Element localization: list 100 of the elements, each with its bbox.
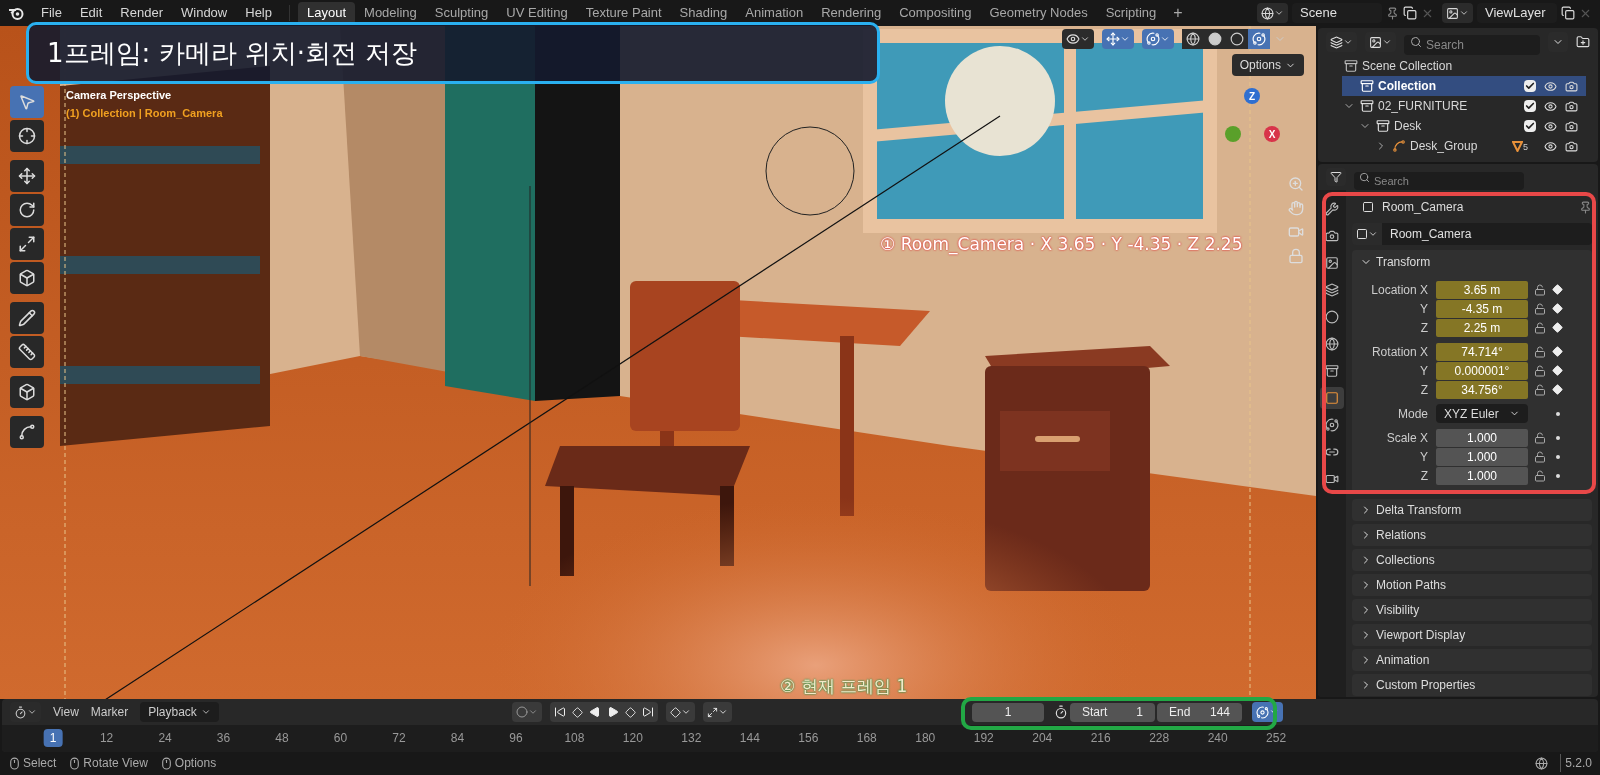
scale-tool[interactable] (10, 228, 44, 260)
workspace-tab[interactable]: Layout (298, 2, 356, 24)
material-shading-button[interactable] (1226, 29, 1248, 49)
number-field[interactable]: 1.000 (1436, 428, 1528, 447)
number-field[interactable]: 1.000 (1436, 447, 1528, 466)
outliner-row[interactable]: Scene Collection (1326, 56, 1586, 76)
workspace-tab[interactable]: Sculpting (425, 2, 498, 24)
number-field[interactable]: 3.65 m (1436, 280, 1528, 299)
camera-icon[interactable] (1565, 99, 1578, 113)
collapsed-panel-header[interactable]: Custom Properties (1352, 674, 1592, 696)
transform-tool[interactable] (10, 262, 44, 294)
scene-type-button[interactable] (1257, 3, 1288, 23)
lock-icon[interactable] (1534, 283, 1546, 296)
play-reverse-icon[interactable] (589, 706, 601, 718)
keyframe-icon[interactable] (1552, 284, 1563, 295)
workspace-tab[interactable]: Shading (670, 2, 737, 24)
scene-field[interactable]: Scene (1292, 3, 1382, 23)
new-collection-icon[interactable] (1576, 35, 1590, 49)
end-frame-field[interactable]: End 144 (1157, 702, 1242, 722)
workspace-tab[interactable]: Animation (736, 2, 813, 24)
keyframe-icon[interactable] (1552, 365, 1563, 376)
auto-key-button[interactable] (512, 702, 542, 722)
eye-icon[interactable] (1544, 99, 1557, 113)
timeline-menu[interactable]: View (53, 703, 79, 721)
overlay-button[interactable] (1142, 29, 1174, 49)
collapsed-panel-header[interactable]: Relations (1352, 524, 1592, 546)
pin-icon[interactable] (1579, 200, 1592, 214)
exclude-checkbox[interactable] (1524, 120, 1536, 132)
outliner-row[interactable]: Desk_Group 5 (1374, 136, 1586, 156)
lock-icon[interactable] (1534, 364, 1546, 377)
annotate-tool[interactable] (10, 302, 44, 334)
keyframe-icon[interactable] (1552, 322, 1563, 333)
menu-item[interactable]: Help (236, 3, 281, 23)
copy-icon[interactable] (1561, 6, 1575, 20)
app-logo-icon[interactable] (8, 5, 24, 21)
eye-icon[interactable] (1544, 139, 1557, 153)
visibility-button[interactable] (1062, 29, 1094, 49)
keying-button[interactable] (666, 702, 695, 722)
camera-icon[interactable] (1565, 79, 1578, 93)
timeline-menu[interactable]: Marker (90, 703, 129, 721)
view-layer-field[interactable]: ViewLayer (1477, 3, 1557, 23)
collapsed-panel-header[interactable]: Animation (1352, 649, 1592, 671)
start-frame-field[interactable]: Start 1 (1070, 702, 1155, 722)
stopwatch-icon[interactable] (1054, 705, 1068, 719)
lock-icon[interactable] (1534, 302, 1546, 315)
workspace-tab[interactable]: Scripting (1096, 2, 1166, 24)
outliner-row[interactable]: 02_FURNITURE (1342, 96, 1586, 116)
lock-icon[interactable] (1534, 469, 1546, 482)
lock-icon[interactable] (1534, 450, 1546, 463)
collapsed-panel-header[interactable]: Collections (1352, 549, 1592, 571)
panel-header[interactable]: Transform (1352, 250, 1592, 274)
snapping-button[interactable] (703, 702, 732, 722)
workspace-tab[interactable]: Texture Paint (576, 2, 671, 24)
workspace-tab[interactable]: Compositing (890, 2, 981, 24)
lock-icon[interactable] (1534, 431, 1546, 444)
workspace-tab[interactable]: UV Editing (497, 2, 577, 24)
add-cube-tool[interactable] (10, 376, 44, 408)
view-layer-type-button[interactable] (1442, 3, 1473, 23)
collapsed-panel-header[interactable]: Delta Transform (1352, 499, 1592, 521)
prev-keyframe-icon[interactable] (572, 706, 583, 718)
exclude-checkbox[interactable] (1524, 100, 1536, 112)
collapsed-panel-header[interactable]: Visibility (1352, 599, 1592, 621)
pin-icon[interactable] (1386, 6, 1399, 20)
exclude-checkbox[interactable] (1524, 80, 1536, 92)
menu-item[interactable]: Render (111, 3, 172, 23)
select-box-tool[interactable] (10, 86, 44, 118)
current-frame-field[interactable]: 1 (972, 702, 1044, 722)
rendered-shading-button[interactable] (1248, 29, 1270, 49)
next-keyframe-icon[interactable] (625, 706, 636, 718)
number-field[interactable]: 74.714° (1436, 342, 1528, 361)
eye-icon[interactable] (1544, 79, 1557, 93)
camera-icon[interactable] (1565, 119, 1578, 133)
workspace-tab[interactable]: Rendering (812, 2, 891, 24)
lock-icon[interactable] (1534, 383, 1546, 396)
workspace-tab[interactable]: Geometry Nodes (980, 2, 1097, 24)
number-field[interactable]: -4.35 m (1436, 299, 1528, 318)
wireframe-shading-button[interactable] (1182, 29, 1204, 49)
eye-icon[interactable] (1544, 119, 1557, 133)
jump-end-icon[interactable] (642, 706, 654, 718)
play-icon[interactable] (607, 706, 619, 718)
rotate-tool[interactable] (10, 194, 44, 226)
curve-tool[interactable] (10, 416, 44, 448)
number-field[interactable]: 2.25 m (1436, 318, 1528, 337)
outliner-search-field[interactable]: Search (1404, 35, 1540, 55)
mode-dropdown[interactable]: XYZ Euler (1436, 404, 1528, 423)
lock-icon[interactable] (1534, 321, 1546, 334)
keyframe-icon[interactable] (1552, 384, 1563, 395)
playback-dropdown[interactable]: Playback (140, 702, 219, 722)
keyframe-icon[interactable] (1552, 346, 1563, 357)
gizmo-button[interactable] (1102, 29, 1134, 49)
outliner-row[interactable]: Collection (1342, 76, 1586, 96)
menu-item[interactable]: Edit (70, 3, 112, 23)
jump-start-icon[interactable] (554, 706, 566, 718)
copy-icon[interactable] (1403, 6, 1417, 20)
measure-tool[interactable] (10, 336, 44, 368)
number-field[interactable]: 34.756° (1436, 380, 1528, 399)
camera-icon[interactable] (1565, 139, 1578, 153)
outliner-row[interactable]: Desk (1358, 116, 1586, 136)
options-button[interactable]: Options (1231, 54, 1304, 76)
workspace-tab[interactable]: Modeling (355, 2, 426, 24)
